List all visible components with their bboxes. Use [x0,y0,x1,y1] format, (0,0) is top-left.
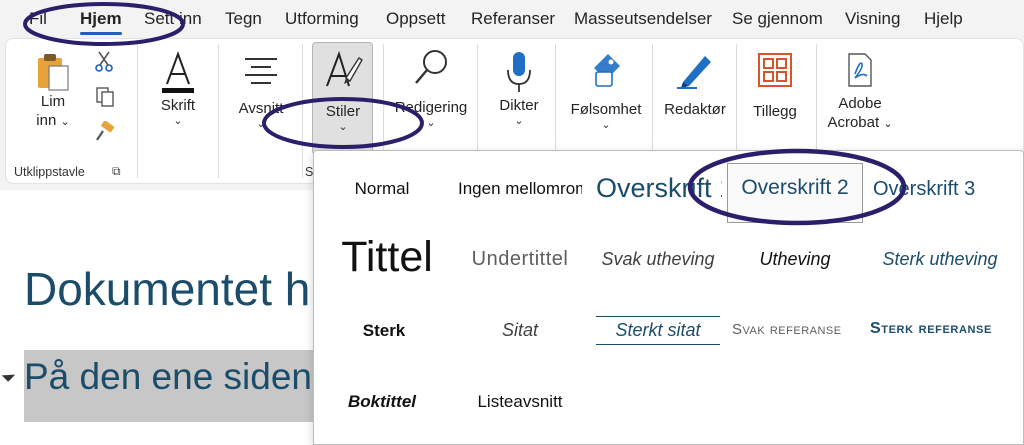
tab-design[interactable]: Utforming [285,9,359,29]
acrobat-icon [848,53,872,87]
adobe-acrobat-button[interactable]: Adobe Acrobat ⌄ [822,52,898,134]
paragraph-button[interactable]: Avsnitt ⌄ [232,55,290,130]
dialog-launcher-icon[interactable]: ⧉ [112,164,121,179]
chevron-down-icon: ⌄ [338,121,348,133]
style-list-paragraph[interactable]: Listeavsnitt [452,392,588,412]
tab-view[interactable]: Visning [845,9,900,29]
editor-button[interactable]: Redaktør [660,50,730,119]
separator [302,44,303,178]
separator [218,44,219,178]
addins-label: Tillegg [753,103,797,120]
collapse-arrow-icon[interactable] [1,368,16,382]
style-subtitle[interactable]: Undertittel [452,248,588,271]
styles-button[interactable]: Stiler ⌄ [313,48,373,133]
sensitivity-icon [594,54,620,87]
chevron-down-icon: ⌄ [256,118,266,130]
style-normal[interactable]: Normal [314,179,450,199]
style-no-spacing[interactable]: Ingen mellomrom [458,179,582,199]
font-button[interactable]: Skrift ⌄ [150,48,206,127]
tab-file[interactable]: Fil [29,9,47,29]
sensitivity-button[interactable]: Følsomhet ⌄ [566,50,646,131]
styles-icon [326,50,363,87]
tab-layout[interactable]: Oppsett [386,9,446,29]
tab-help[interactable]: Hjelp [924,9,963,29]
copy-button[interactable] [93,86,117,108]
document-title[interactable]: Dokumentet h [24,262,310,316]
chevron-down-icon: ⌄ [601,119,611,131]
format-painter-icon [96,121,115,141]
editor-pen-icon [677,56,711,89]
document-heading[interactable]: På den ene siden [24,356,312,398]
paragraph-label: Avsnitt [238,100,284,117]
chevron-down-icon: ⌄ [514,115,524,127]
style-book-title[interactable]: Boktittel [314,392,450,412]
styles-gallery: Normal Ingen mellomrom Overskrift 1 Over… [313,150,1024,445]
style-intense-emphasis[interactable]: Sterk utheving [865,249,1015,270]
paste-label-line2: inn ⌄ [36,112,70,129]
align-icon [245,58,277,84]
search-icon [415,50,447,84]
paste-label-line1: Lim [40,93,66,110]
font-icon [162,51,194,93]
style-emphasis[interactable]: Utheving [727,249,863,270]
style-heading-3[interactable]: Overskrift 3 [873,178,1023,201]
scissors-icon [95,51,113,72]
acrobat-label-line1: Adobe [838,95,882,112]
style-heading-2[interactable]: Overskrift 2 [727,163,863,223]
styles-label: Stiler [325,103,361,120]
tab-home[interactable]: Hjem [80,9,122,35]
style-title[interactable]: Tittel [319,233,455,282]
addins-button[interactable]: Tillegg [744,52,806,121]
chevron-down-icon: ⌄ [173,115,183,127]
tab-review[interactable]: Se gjennom [732,9,823,29]
clipboard-icon [38,54,69,91]
addins-grid-icon [758,53,792,87]
tab-references[interactable]: Referanser [471,9,555,29]
format-painter-button[interactable] [93,121,117,143]
style-subtle-reference[interactable]: Svak referanse [732,321,858,338]
tab-mailings[interactable]: Masseutsendelser [574,9,712,29]
style-heading-1[interactable]: Overskrift 1 [596,173,722,204]
menu-bar: Fil Hjem Sett inn Tegn Utforming Oppsett… [0,0,1024,38]
style-quote[interactable]: Sitat [452,320,588,341]
tab-draw[interactable]: Tegn [225,9,262,29]
separator [137,44,138,178]
microphone-icon [507,52,531,92]
cut-button[interactable] [92,50,116,72]
font-label: Skrift [160,97,196,114]
dictate-button[interactable]: Dikter ⌄ [492,48,546,127]
copy-icon [96,87,114,107]
style-subtle-emphasis[interactable]: Svak utheving [590,249,726,270]
editor-label: Redaktør [664,101,726,118]
sensitivity-label: Følsomhet [570,101,642,118]
editing-label: Redigering [394,99,468,116]
editing-button[interactable]: Redigering ⌄ [392,48,470,129]
clipboard-group-label: Utklippstavle [14,165,85,179]
style-intense-reference[interactable]: Sterk referanse [870,320,996,338]
style-intense-quote[interactable]: Sterkt sitat [596,316,720,345]
dictate-label: Dikter [499,97,539,114]
chevron-down-icon: ⌄ [426,117,436,129]
style-strong[interactable]: Sterk [316,321,452,341]
tab-insert[interactable]: Sett inn [144,9,202,29]
acrobat-label-line2: Acrobat ⌄ [827,114,893,131]
paste-button[interactable]: Lim inn ⌄ [30,52,76,132]
